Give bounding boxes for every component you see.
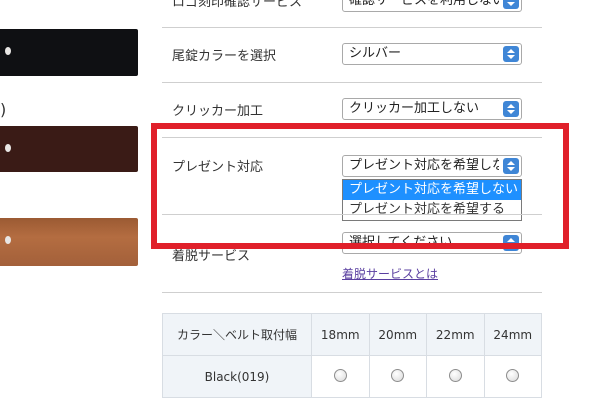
header-20mm: 20mm [368, 313, 427, 356]
header-18mm: 18mm [311, 313, 370, 356]
radio-18mm[interactable] [333, 368, 347, 382]
color-caption-paren: ) [0, 100, 7, 119]
belt-image-dark-brown [0, 126, 138, 172]
row-divider [162, 214, 542, 215]
removal-select[interactable]: 選択してください [342, 232, 522, 254]
radio-cell-24mm [483, 355, 542, 398]
select-arrows-icon [503, 101, 519, 117]
belt-image-black [0, 29, 138, 76]
header-color-width: カラー＼ベルト取付幅 [162, 313, 312, 356]
removal-label: 着脱サービス [172, 249, 251, 264]
logo-check-label: ロゴ刻印確認サービス [172, 0, 303, 10]
select-arrows-icon [503, 46, 519, 62]
table-row: Black(019) [162, 355, 542, 398]
belt-image-brown [0, 218, 138, 266]
radio-cell-20mm [368, 355, 427, 398]
radio-22mm[interactable] [448, 368, 462, 382]
logo-check-select-value: 確認サービスを利用しない [349, 0, 499, 8]
size-table: カラー＼ベルト取付幅 18mm 20mm 22mm 24mm Black(019… [162, 313, 542, 398]
row-color-name: Black(019) [162, 355, 312, 398]
gift-label: プレゼント対応 [172, 160, 264, 175]
radio-cell-22mm [426, 355, 485, 398]
radio-24mm[interactable] [506, 368, 520, 382]
belt-hole [5, 236, 11, 244]
gift-select-value: プレゼント対応を希望しない [349, 158, 499, 173]
header-22mm: 22mm [426, 313, 485, 356]
clicker-label: クリッカー加工 [172, 104, 264, 119]
radio-cell-18mm [311, 355, 370, 398]
removal-service-link[interactable]: 着脱サービスとは [342, 265, 438, 282]
tail-color-select[interactable]: シルバー [342, 43, 522, 65]
belt-hole [5, 144, 11, 152]
select-arrows-icon [503, 158, 519, 174]
row-divider [162, 292, 542, 293]
clicker-select-value: クリッカー加工しない [349, 101, 480, 116]
gift-option-yes[interactable]: プレゼント対応を希望する [343, 200, 521, 220]
tail-color-select-value: シルバー [349, 46, 402, 61]
gift-select[interactable]: プレゼント対応を希望しない [342, 155, 522, 177]
size-table-header-row: カラー＼ベルト取付幅 18mm 20mm 22mm 24mm [162, 313, 542, 356]
removal-select-value: 選択してください [349, 235, 453, 250]
logo-check-select[interactable]: 確認サービスを利用しない [342, 0, 522, 12]
clicker-select[interactable]: クリッカー加工しない [342, 98, 522, 120]
row-divider [162, 137, 542, 138]
select-arrows-icon [503, 0, 519, 9]
tail-color-label: 尾錠カラーを選択 [172, 49, 277, 64]
header-24mm: 24mm [483, 313, 542, 356]
radio-20mm[interactable] [391, 368, 405, 382]
gift-option-no[interactable]: プレゼント対応を希望しない [343, 180, 521, 200]
belt-hole [5, 47, 11, 55]
select-arrows-icon [503, 235, 519, 251]
row-divider [162, 27, 542, 28]
row-divider [162, 82, 542, 83]
